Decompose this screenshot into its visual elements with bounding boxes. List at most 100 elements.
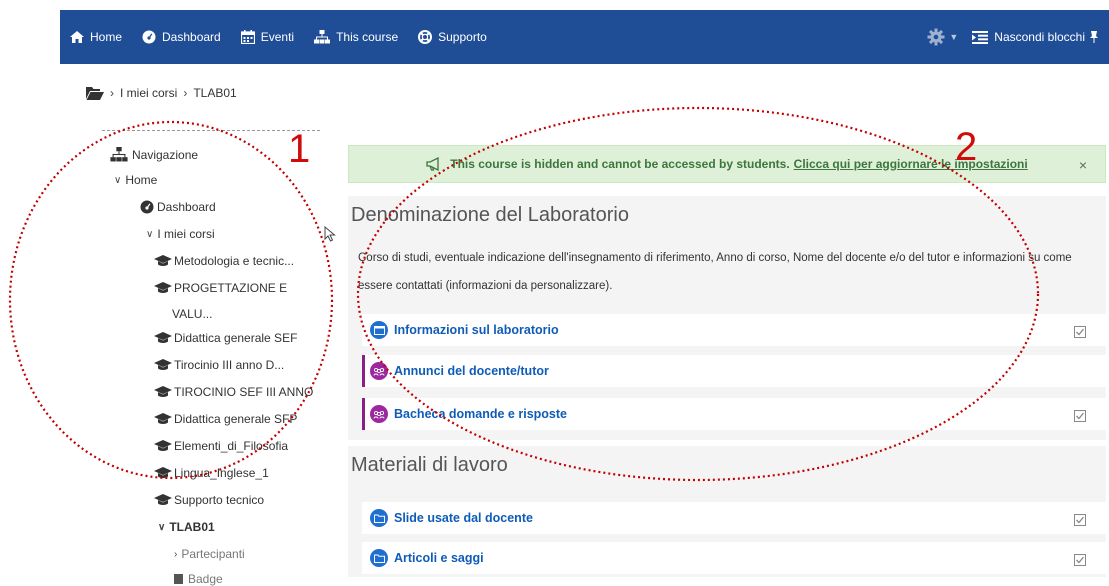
course-item-label: TIROCINIO SEF III ANNO	[174, 385, 314, 399]
tree-item-participants[interactable]: › Partecipanti	[174, 547, 245, 561]
gear-icon	[927, 28, 945, 46]
course-item[interactable]: Didattica generale SEF	[154, 331, 297, 345]
folder-icon	[370, 549, 388, 567]
tree-item-label: Dashboard	[157, 200, 216, 214]
completion-checkbox-icon[interactable]	[1074, 514, 1086, 526]
graduation-cap-icon	[154, 386, 172, 397]
nav-dashboard-label: Dashboard	[162, 30, 221, 44]
graduation-cap-icon	[154, 494, 172, 505]
activity-item[interactable]: Slide usate dal docente	[362, 502, 1106, 534]
tree-item-label: I miei corsi	[157, 227, 215, 241]
course-item-label: VALU...	[172, 307, 213, 321]
tree-item-current-course[interactable]: ∨ TLAB01	[158, 520, 215, 534]
completion-checkbox-icon[interactable]	[1074, 326, 1086, 338]
activity-name: Annunci del docente/tutor	[394, 364, 549, 378]
lifebuoy-icon	[418, 30, 433, 44]
navbar-right: ▼ Nascondi blocchi	[927, 10, 1109, 64]
completion-checkbox-icon[interactable]	[1074, 410, 1086, 422]
course-item[interactable]: Tirocinio III anno D...	[154, 358, 284, 372]
course-item[interactable]: PROGETTAZIONE E	[154, 281, 287, 295]
nav-home[interactable]: Home	[70, 30, 122, 44]
activity-name: Bacheca domande e risposte	[394, 407, 567, 421]
activity-item[interactable]: Annunci del docente/tutor	[362, 355, 1106, 387]
top-navbar: Home Dashboard Eventi This course Suppor…	[60, 10, 1109, 64]
badge-icon	[174, 574, 183, 584]
bullhorn-icon	[426, 157, 439, 171]
graduation-cap-icon	[154, 282, 172, 293]
hide-blocks-label: Nascondi blocchi	[994, 30, 1085, 44]
section-title: Materiali di lavoro	[351, 454, 508, 476]
nav-home-label: Home	[90, 30, 123, 44]
course-item-label: Lingua_Inglese_1	[174, 466, 269, 480]
folder-icon-wrap	[370, 509, 388, 527]
calendar-icon	[240, 30, 255, 44]
course-item-label: Tirocinio III anno D...	[174, 358, 285, 372]
course-item[interactable]: Metodologia e tecnic...	[154, 254, 294, 268]
tree-item-my-courses[interactable]: ∨ I miei corsi	[146, 227, 215, 241]
chevron-down-icon: ∨	[158, 521, 166, 533]
mouse-cursor-icon	[324, 226, 336, 242]
chevron-down-icon: ∨	[114, 174, 122, 186]
tree-item-home[interactable]: ∨ Home	[114, 173, 157, 187]
course-item-label: Supporto tecnico	[174, 493, 265, 507]
chevron-down-icon: ∨	[146, 228, 154, 240]
alert-settings-link[interactable]: Clicca qui per aggiornare le impostazion…	[794, 157, 1028, 171]
page-icon	[370, 321, 388, 339]
section-summary: Corso di studi, eventuale indicazione de…	[358, 252, 1072, 292]
nav-dashboard[interactable]: Dashboard	[142, 30, 221, 44]
forum-icon-wrap	[370, 405, 388, 423]
sitemap-icon	[314, 30, 331, 44]
course-item[interactable]: Elementi_di_Filosofia	[154, 439, 288, 453]
course-item[interactable]: Supporto tecnico	[154, 493, 264, 507]
nav-support[interactable]: Supporto	[418, 30, 487, 44]
nav-support-label: Supporto	[438, 30, 487, 44]
course-item[interactable]: TIROCINIO SEF III ANNO	[154, 385, 313, 399]
course-item-label: Elementi_di_Filosofia	[174, 439, 289, 453]
annotation-number-2: 2	[955, 125, 978, 169]
home-icon	[70, 31, 84, 43]
completion-checkbox-icon[interactable]	[1074, 554, 1086, 566]
nav-events-label: Eventi	[260, 30, 295, 44]
activity-item[interactable]: Informazioni sul laboratorio	[362, 314, 1106, 346]
graduation-cap-icon	[154, 332, 172, 343]
tree-item-label: Badge	[188, 572, 223, 586]
activity-item[interactable]: Articoli e saggi	[362, 542, 1106, 574]
hide-blocks-button[interactable]: Nascondi blocchi	[972, 30, 1105, 44]
tree-item-label: TLAB01	[169, 520, 215, 534]
dashboard-icon	[140, 200, 154, 214]
folder-open-icon[interactable]	[86, 86, 104, 100]
tree-item-dashboard[interactable]: Dashboard	[140, 200, 216, 214]
activity-item[interactable]: Bacheca domande e risposte	[362, 398, 1106, 430]
course-item-label: Metodologia e tecnic...	[174, 254, 295, 268]
course-item-label: Didattica generale SEF	[174, 331, 298, 345]
graduation-cap-icon	[154, 413, 172, 424]
nav-this-course-label: This course	[336, 30, 399, 44]
sitemap-icon	[110, 147, 128, 162]
settings-menu[interactable]: ▼	[927, 28, 958, 46]
dashboard-icon	[142, 30, 156, 44]
breadcrumb-my-courses[interactable]: I miei corsi	[120, 86, 177, 100]
course-item-continued[interactable]: VALU...	[172, 307, 212, 321]
navigation-block: Navigazione ∨ Home Dashboard ∨ I miei co…	[102, 130, 320, 586]
close-icon[interactable]: ×	[1079, 157, 1087, 173]
activity-name: Articoli e saggi	[394, 551, 484, 565]
folder-icon-wrap	[370, 549, 388, 567]
forum-icon	[370, 405, 388, 423]
activity-name: Informazioni sul laboratorio	[394, 323, 559, 337]
nav-this-course[interactable]: This course	[314, 30, 398, 44]
graduation-cap-icon	[154, 359, 172, 370]
forum-icon	[370, 362, 388, 380]
alert-text: This course is hidden and cannot be acce…	[450, 157, 790, 171]
breadcrumb-current-course[interactable]: TLAB01	[193, 86, 236, 100]
course-item[interactable]: Lingua_Inglese_1	[154, 466, 269, 480]
tree-item-badges[interactable]: Badge	[174, 572, 223, 586]
breadcrumb: › I miei corsi › TLAB01	[86, 86, 237, 100]
course-item-label: PROGETTAZIONE E	[174, 281, 288, 295]
breadcrumb-separator: ›	[183, 86, 188, 100]
indent-icon	[972, 30, 989, 44]
chevron-right-icon: ›	[174, 548, 178, 560]
nav-events[interactable]: Eventi	[240, 30, 295, 44]
breadcrumb-separator: ›	[110, 86, 114, 100]
course-item[interactable]: Didattica generale SFP	[154, 412, 297, 426]
forum-icon-wrap	[370, 362, 388, 380]
